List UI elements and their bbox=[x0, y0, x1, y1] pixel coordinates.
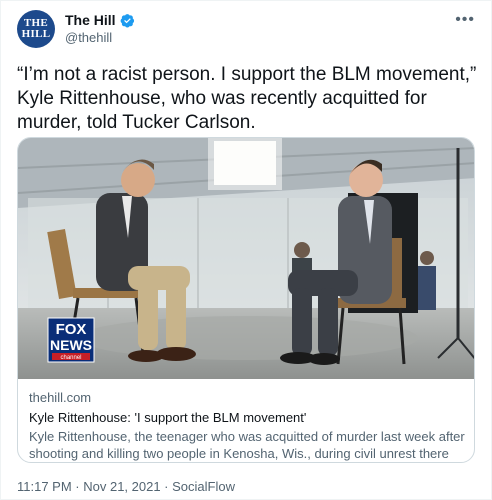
link-title[interactable]: Kyle Rittenhouse: 'I support the BLM mov… bbox=[29, 410, 465, 425]
link-preview-body[interactable]: thehill.com Kyle Rittenhouse: 'I support… bbox=[29, 390, 465, 462]
link-description: Kyle Rittenhouse, the teenager who was a… bbox=[29, 429, 465, 461]
link-domain: thehill.com bbox=[29, 390, 92, 405]
fox-logo-line-1: FOX bbox=[56, 321, 87, 338]
tweet-timestamp[interactable]: 11:17 PM · Nov 21, 2021 · SocialFlow bbox=[17, 479, 235, 494]
fox-logo-line-2: NEWS bbox=[50, 337, 92, 353]
link-preview-image[interactable]: FOX NEWS channel bbox=[18, 138, 474, 379]
author-display-name[interactable]: The Hill bbox=[65, 12, 116, 28]
link-preview-card[interactable]: FOX NEWS channel thehill.com Kyle Ritten… bbox=[17, 137, 475, 463]
author-name-row[interactable]: The Hill bbox=[65, 12, 135, 28]
tweet-text: “I’m not a racist person. I support the … bbox=[17, 64, 477, 133]
fox-logo-line-3: channel bbox=[60, 355, 81, 361]
avatar-line-2: HILL bbox=[21, 28, 51, 40]
author-handle[interactable]: @thehill bbox=[65, 30, 112, 45]
verified-badge-icon bbox=[120, 13, 134, 28]
fox-news-logo: FOX NEWS channel bbox=[47, 317, 95, 363]
avatar[interactable]: THE HILL bbox=[17, 10, 55, 48]
more-options-icon[interactable]: ••• bbox=[455, 11, 475, 29]
tweet-card[interactable]: THE HILL The Hill @thehill ••• “I’m not … bbox=[0, 0, 492, 500]
